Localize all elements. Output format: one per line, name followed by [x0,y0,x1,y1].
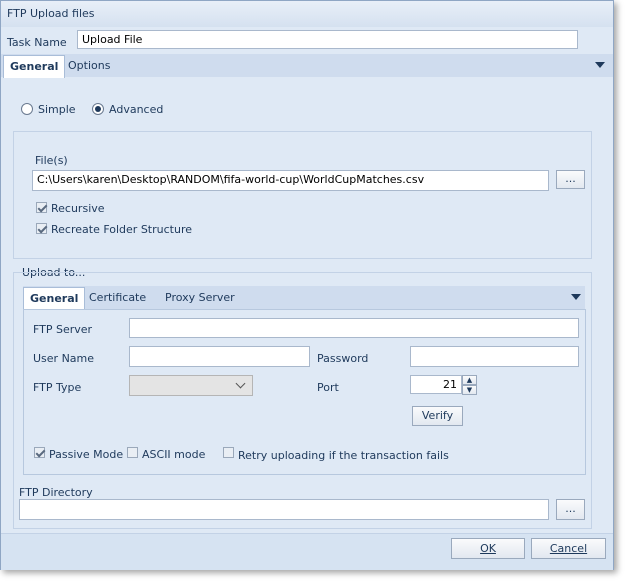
ok-button[interactable]: OK [451,538,525,559]
password-input[interactable] [410,346,579,367]
retry-upload-label[interactable]: Retry uploading if the transaction fails [238,449,449,462]
files-browse-button[interactable]: ... [556,170,585,189]
port-input[interactable]: 21 [410,375,462,394]
user-name-label: User Name [33,352,95,365]
ftp-directory-input[interactable] [19,499,549,520]
recreate-folder-label[interactable]: Recreate Folder Structure [51,223,192,236]
upload-tab-proxy-server[interactable]: Proxy Server [159,287,241,309]
tab-options[interactable]: Options [62,55,116,77]
simple-label[interactable]: Simple [38,103,76,116]
upload-tab-certificate[interactable]: Certificate [83,287,152,309]
upload-tab-menu-chevron-icon[interactable] [571,294,581,300]
upload-tab-strip: General Certificate Proxy Server [23,286,585,310]
recreate-folder-checkbox[interactable] [36,223,47,234]
verify-button[interactable]: Verify [412,406,463,426]
ftp-directory-label: FTP Directory [19,486,93,499]
files-label: File(s) [35,154,68,167]
ftp-directory-browse-button[interactable]: ... [556,499,585,520]
ftp-server-input[interactable] [129,318,579,338]
user-name-input[interactable] [129,346,310,367]
title-bar[interactable]: FTP Upload files [1,1,613,27]
files-path-input[interactable]: C:\Users\karen\Desktop\RANDOM\fifa-world… [32,170,549,191]
port-up-arrow-icon[interactable]: ▲ [462,375,477,385]
task-name-label: Task Name [7,36,67,49]
passive-mode-checkbox[interactable] [34,447,45,458]
main-tab-strip: General Options [1,54,613,78]
port-down-arrow-icon[interactable]: ▼ [462,385,477,395]
simple-radio[interactable] [21,103,33,115]
advanced-label[interactable]: Advanced [109,103,163,116]
ftp-server-label: FTP Server [33,323,93,336]
advanced-radio[interactable] [92,103,104,115]
password-label: Password [317,352,369,365]
retry-upload-checkbox[interactable] [223,447,234,458]
tab-menu-chevron-icon[interactable] [595,62,605,68]
port-label: Port [317,381,339,394]
cancel-button[interactable]: Cancel [531,538,606,559]
tab-general[interactable]: General [3,55,66,78]
ftp-type-select[interactable] [129,375,253,396]
window-title: FTP Upload files [7,7,95,20]
recursive-label[interactable]: Recursive [51,202,105,215]
ftp-type-label: FTP Type [33,381,82,394]
dialog-window: FTP Upload files Task Name Upload File G… [0,0,614,570]
ascii-mode-label[interactable]: ASCII mode [142,448,205,461]
passive-mode-label[interactable]: Passive Mode [49,448,123,461]
ascii-mode-checkbox[interactable] [127,447,138,458]
files-panel [13,131,592,259]
upload-tab-general[interactable]: General [23,287,86,310]
task-name-input[interactable]: Upload File [77,30,578,49]
recursive-checkbox[interactable] [36,202,47,213]
